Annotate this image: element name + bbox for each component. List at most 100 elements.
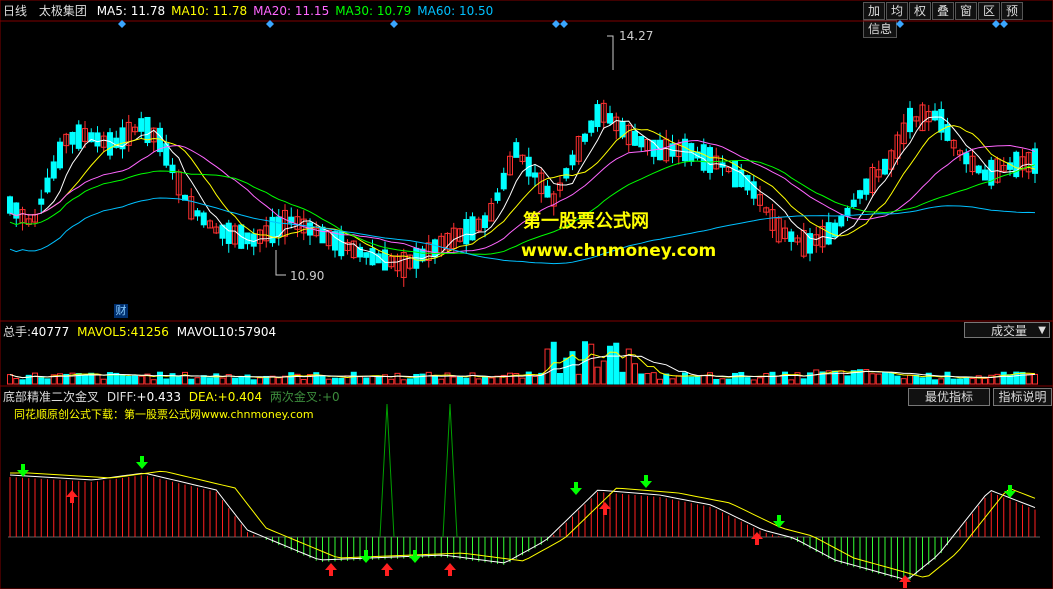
mavol10-value: 57904 bbox=[237, 325, 277, 339]
buy-arrow-1 bbox=[325, 563, 337, 576]
volume-bar bbox=[600, 360, 607, 385]
candle-body bbox=[788, 231, 795, 242]
volume-bar bbox=[163, 378, 170, 385]
kline-chart[interactable] bbox=[0, 0, 1053, 589]
buy-arrow-5 bbox=[751, 532, 763, 545]
volume-bar bbox=[100, 378, 107, 385]
candle-body bbox=[363, 252, 370, 258]
volume-bar bbox=[638, 373, 645, 385]
volume-bar bbox=[432, 376, 438, 385]
volume-bar bbox=[1025, 373, 1032, 385]
candle-body bbox=[369, 248, 376, 266]
volume-bar bbox=[532, 375, 538, 385]
candle-body bbox=[838, 215, 845, 227]
finance-marker[interactable]: 财 bbox=[114, 304, 128, 318]
volume-bar bbox=[425, 371, 432, 385]
volume-bar bbox=[900, 378, 907, 385]
candle-body bbox=[682, 138, 688, 162]
diff-label: DIFF: bbox=[106, 390, 137, 404]
volume-bar bbox=[119, 374, 126, 385]
candle-body bbox=[7, 196, 13, 214]
candle-body bbox=[44, 177, 51, 193]
dea-line bbox=[10, 470, 1036, 578]
volume-indicator-select[interactable]: 成交量 ▼ bbox=[964, 322, 1050, 338]
volume-bar bbox=[19, 379, 26, 385]
candle-body bbox=[707, 147, 713, 173]
volume-bar bbox=[450, 376, 457, 385]
volume-bar bbox=[1000, 371, 1007, 385]
volume-bar bbox=[82, 374, 88, 385]
volume-bar bbox=[919, 377, 926, 385]
volume-bar bbox=[469, 372, 476, 385]
cross-value: +0 bbox=[321, 390, 340, 404]
volume-bar bbox=[288, 372, 295, 385]
volume-bar bbox=[894, 375, 901, 385]
volume-bar bbox=[738, 371, 745, 385]
volume-bar bbox=[369, 375, 376, 385]
buy-arrow-2 bbox=[381, 563, 393, 576]
volume-bar bbox=[463, 377, 470, 385]
volume-bar bbox=[632, 363, 638, 385]
sell-arrow-7 bbox=[409, 550, 421, 563]
chart-border bbox=[0, 0, 1053, 589]
volume-bar bbox=[700, 374, 707, 385]
volume-bar bbox=[438, 378, 445, 385]
mavol5-label: MAVOL5: bbox=[77, 325, 131, 339]
volume-bar bbox=[182, 371, 188, 385]
sell-arrow-1 bbox=[136, 456, 148, 469]
candle-body bbox=[882, 158, 888, 175]
volume-header: 总手:40777 MAVOL5:41256 MAVOL10:57904 bbox=[3, 324, 276, 340]
mavol10-label: MAVOL10: bbox=[176, 325, 238, 339]
candle-body bbox=[607, 113, 613, 124]
candle-body bbox=[907, 107, 913, 133]
volume-bar bbox=[557, 373, 563, 385]
high-price-label: 14.27 bbox=[619, 29, 654, 43]
indicator-help-button[interactable]: 指标说明 bbox=[993, 388, 1052, 406]
volume-bar bbox=[888, 372, 895, 385]
candle-body bbox=[544, 185, 551, 198]
volume-bar bbox=[38, 377, 45, 385]
volume-bar bbox=[519, 377, 526, 385]
volume-bar bbox=[644, 373, 651, 385]
volume-bar bbox=[744, 377, 751, 385]
candle-body bbox=[588, 120, 595, 133]
candle-body bbox=[982, 169, 988, 181]
volume-bar bbox=[13, 378, 20, 385]
candle-body bbox=[594, 104, 601, 128]
volume-bar bbox=[363, 377, 370, 385]
candle-body bbox=[225, 222, 232, 244]
candle-body bbox=[138, 118, 145, 132]
volume-bar bbox=[957, 378, 963, 385]
candle-body bbox=[500, 172, 507, 190]
candle-body bbox=[38, 198, 45, 205]
high-leader bbox=[607, 35, 614, 70]
volume-bar bbox=[188, 378, 195, 385]
candle-body bbox=[57, 141, 63, 169]
volume-bar bbox=[675, 375, 682, 385]
candle-body bbox=[532, 172, 538, 178]
candle-body bbox=[69, 131, 76, 145]
diff-line bbox=[9, 472, 1036, 580]
volume-bar bbox=[694, 376, 701, 385]
volume-bar bbox=[719, 378, 726, 385]
volume-bar bbox=[769, 371, 776, 385]
volume-bar bbox=[488, 377, 495, 385]
best-indicator-button[interactable]: 最优指标 bbox=[908, 388, 990, 406]
watermark-title: 第一股票公式网 bbox=[523, 211, 649, 232]
low-leader bbox=[275, 250, 286, 276]
candle-body bbox=[632, 130, 638, 146]
volume-bar bbox=[750, 379, 757, 385]
candle-body bbox=[332, 231, 338, 251]
volume-bar bbox=[350, 371, 357, 385]
sell-arrow-6 bbox=[360, 550, 372, 563]
low-price-label: 10.90 bbox=[290, 269, 325, 283]
diff-value: +0.433 bbox=[136, 390, 181, 404]
volume-bar bbox=[669, 378, 676, 385]
volume-indicator-value: 成交量 bbox=[991, 324, 1028, 338]
candle-body bbox=[338, 231, 345, 257]
cross-label: 两次金叉: bbox=[269, 390, 322, 404]
buy-arrow-6 bbox=[899, 575, 911, 588]
buy-arrow-0 bbox=[66, 490, 78, 503]
candle-body bbox=[513, 142, 520, 158]
candle-body bbox=[200, 212, 207, 226]
